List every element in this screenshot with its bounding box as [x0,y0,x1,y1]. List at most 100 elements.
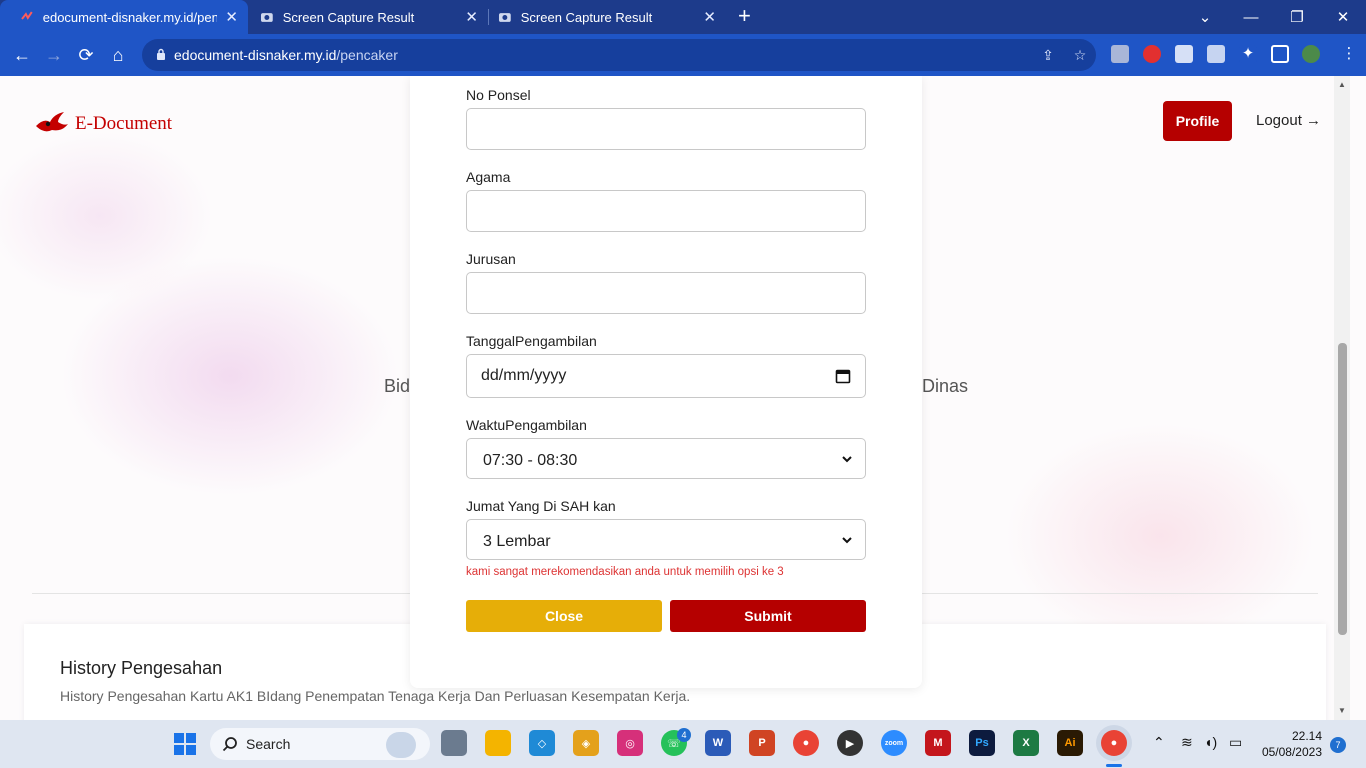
excel-icon[interactable]: X [1013,730,1039,756]
address-bar[interactable]: edocument-disnaker.my.id/pencaker ⇪ ☆ [142,39,1096,71]
camera-icon [498,13,511,22]
chrome-active-icon[interactable]: ● [1101,730,1127,756]
vscode-icon[interactable]: ◇ [529,730,555,756]
window-close-icon[interactable]: ✕ [1320,0,1366,34]
url-text: edocument-disnaker.my.id/pencaker [174,47,398,63]
clock-date[interactable]: 05/08/2023 [1256,745,1322,759]
document-extension-icon[interactable] [1175,45,1193,63]
web-page: E-Document Profile Logout → Bid Dinas Hi… [0,76,1366,720]
chrome-icon[interactable]: ● [793,730,819,756]
copy-extension-icon[interactable] [1207,45,1225,63]
tab-screen-capture-1[interactable]: Screen Capture Result ✕ [240,0,488,34]
chevron-down-icon [842,456,852,463]
url-path: /pencaker [336,47,398,63]
tab-edocument[interactable]: edocument-disnaker.my.id/pencaker ✕ [0,0,248,34]
tab-close-icon[interactable]: ✕ [703,8,716,26]
search-label: Search [246,736,291,752]
close-button[interactable]: Close [466,600,662,632]
wifi-icon[interactable]: ≋ [1181,734,1193,751]
taskbar-search[interactable]: Search [210,728,430,760]
tab-search-chevron-icon[interactable]: ⌄ [1182,0,1228,34]
recommendation-hint: kami sangat merekomendasikan anda untuk … [466,566,784,578]
background-text-left: Bid [384,376,411,396]
calendar-icon[interactable] [835,368,851,384]
powerpoint-icon[interactable]: P [749,730,775,756]
page-scrollbar[interactable]: ▲ ▼ [1334,76,1350,720]
profile-avatar-icon[interactable] [1302,45,1320,63]
reload-icon[interactable]: ⟳ [72,41,100,69]
history-description: History Pengesahan Kartu AK1 BIdang Pene… [60,688,691,704]
forward-arrow-icon[interactable]: → [40,41,68,69]
sourcetree-icon[interactable]: ◈ [573,730,599,756]
task-view-icon[interactable] [441,730,467,756]
restore-icon[interactable]: ❐ [1274,0,1320,34]
share-icon[interactable]: ⇪ [1038,45,1058,65]
chevron-down-icon [842,537,852,544]
count-select[interactable]: 3 Lembar [466,519,866,560]
date-placeholder: dd/mm/yyyy [481,367,567,384]
browser-toolbar: ← → ⟳ ⌂ edocument-disnaker.my.id/pencake… [0,34,1366,76]
file-explorer-icon[interactable] [485,730,511,756]
instagram-icon[interactable]: ◎ [617,730,643,756]
puzzle-extensions-icon[interactable]: ✦ [1239,45,1257,63]
windows-taskbar: Search ◇ ◈ ◎ ☏ 4 W P ● ▶ zoom M Ps X Ai … [0,720,1366,768]
date-input[interactable]: dd/mm/yyyy [466,354,866,398]
back-arrow-icon[interactable]: ← [8,41,36,69]
time-select[interactable]: 07:30 - 08:30 [466,438,866,479]
edocument-favicon-icon [21,11,33,20]
time-label: WaktuPengambilan [466,417,587,433]
tab-close-icon[interactable]: ✕ [225,8,238,26]
browser-tab-bar: edocument-disnaker.my.id/pencaker ✕ Scre… [0,0,1366,34]
active-app-indicator [1106,764,1122,767]
religion-label: Agama [466,169,511,185]
date-label: TanggalPengambilan [466,333,597,349]
tab-screen-capture-2[interactable]: Screen Capture Result ✕ [478,0,726,34]
screen-capture-extension-icon[interactable] [1111,45,1129,63]
tab-title: edocument-disnaker.my.id/pencaker [42,9,218,25]
tab-close-icon[interactable]: ✕ [465,8,478,26]
scroll-up-icon[interactable]: ▲ [1338,80,1346,89]
major-label: Jurusan [466,251,516,267]
count-label: Jumat Yang Di SAH kan [466,498,616,514]
profile-button[interactable]: Profile [1163,101,1232,141]
mendeley-icon[interactable]: M [925,730,951,756]
windows-start-icon[interactable] [173,732,197,756]
history-title: History Pengesahan [60,658,223,678]
submit-button[interactable]: Submit [670,600,866,632]
time-selected-value: 07:30 - 08:30 [483,452,578,469]
illustrator-icon[interactable]: Ai [1057,730,1083,756]
whatsapp-badge: 4 [677,728,691,742]
browser-menu-icon[interactable]: ⋮ [1340,45,1358,63]
url-domain: edocument-disnaker.my.id [174,47,337,63]
tray-overflow-icon[interactable]: ⌃ [1153,734,1165,751]
phone-input[interactable] [466,108,866,150]
scroll-thumb[interactable] [1338,343,1347,635]
photoshop-icon[interactable]: Ps [969,730,995,756]
minimize-icon[interactable]: — [1228,0,1274,34]
zoom-icon[interactable]: zoom [881,730,907,756]
major-input[interactable] [466,272,866,314]
scroll-down-icon[interactable]: ▼ [1338,706,1346,715]
side-panel-icon[interactable] [1271,45,1289,63]
search-icon [222,737,237,752]
new-tab-icon[interactable]: + [738,5,751,27]
volume-icon[interactable]: ◖) [1204,734,1217,750]
site-logo[interactable]: E-Document [34,108,172,136]
tab-title: Screen Capture Result [520,9,653,25]
logo-bird-icon [36,112,68,132]
home-icon[interactable]: ⌂ [104,41,132,69]
logo-text: E-Document [75,113,173,134]
religion-input[interactable] [466,190,866,232]
battery-icon[interactable]: ▭ [1229,734,1242,751]
phone-label: No Ponsel [466,87,531,103]
lock-icon [157,48,165,60]
media-player-icon[interactable]: ▶ [837,730,863,756]
word-icon[interactable]: W [705,730,731,756]
bookmark-star-icon[interactable]: ☆ [1070,45,1090,65]
search-highlight-icon [386,732,416,758]
notification-badge[interactable]: 7 [1330,737,1346,753]
tab-title: Screen Capture Result [282,9,415,25]
clock-time[interactable]: 22.14 [1268,729,1322,743]
adblock-extension-icon[interactable] [1143,45,1161,63]
logout-link[interactable]: Logout → [1256,112,1321,129]
